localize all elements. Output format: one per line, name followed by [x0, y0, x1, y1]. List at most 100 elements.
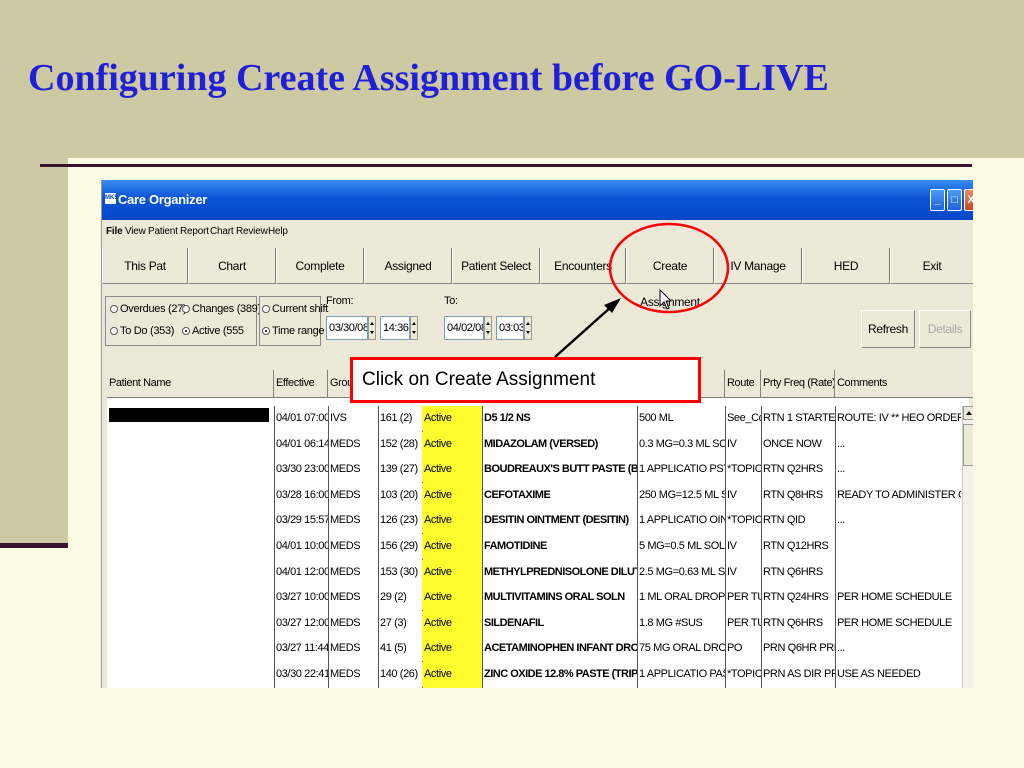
this-pat-button[interactable]: This Pat	[102, 248, 188, 284]
cell-medication: ACETAMINOPHEN INFANT DROPS (INFAN	[484, 642, 637, 655]
time-range-radio[interactable]: Time range	[262, 325, 325, 337]
menu-bar: File View Patient Report Chart Review He…	[102, 221, 973, 243]
to-do-radio[interactable]: To Do (353)	[110, 325, 174, 337]
changes-label: Changes (389)	[192, 303, 261, 315]
cell-seq: 140 (26)	[380, 668, 418, 680]
col-header-effective[interactable]: Effective	[274, 370, 328, 398]
cell-group: MEDS	[330, 616, 361, 629]
menu-file[interactable]: File	[106, 226, 123, 237]
cell-group: MEDS	[330, 591, 361, 604]
cell-group: MEDS	[330, 642, 361, 655]
cell-seq: 103 (20)	[380, 488, 418, 501]
table-row[interactable]: 04/01 06:14 MEDS 152 (28) Active MIDAZOLAM (…	[107, 431, 959, 457]
from-time-spinner[interactable]	[410, 316, 418, 340]
to-time-spinner[interactable]	[524, 316, 532, 340]
table-row[interactable]: 04/01 10:00 MEDS 156 (29) Active FAMOTIDINE 5…	[107, 534, 959, 559]
cell-seq: 152 (28)	[380, 437, 418, 450]
iv-manage-button[interactable]: IV Manage	[714, 248, 802, 284]
radio-icon	[110, 305, 118, 313]
care-organizer-window: MKS Care Organizer _ □ X File View Patie…	[101, 180, 973, 688]
cell-comments	[835, 560, 961, 585]
menu-report[interactable]: Report	[180, 226, 209, 237]
encounters-button[interactable]: Encounters	[540, 248, 626, 284]
col-header-priority-frequency[interactable]: Prty Freq (Rate)	[761, 370, 835, 398]
active-radio[interactable]: Active (555	[182, 325, 244, 337]
maximize-button[interactable]: □	[947, 189, 962, 211]
cell-status: Active	[422, 534, 482, 559]
patient-select-button[interactable]: Patient Select	[452, 248, 540, 284]
table-row[interactable]: 03/28 16:00 MEDS 103 (20) Active CEFOTAXIME 2…	[107, 482, 961, 508]
cell-dose: 250 MG=12.5 ML SYRI	[639, 488, 725, 501]
exit-button[interactable]: Exit	[890, 248, 973, 284]
table-vertical-scrollbar[interactable]	[962, 406, 973, 688]
col-header-comments[interactable]: Comments	[835, 370, 973, 398]
cell-effective: 03/27 10:00	[276, 591, 328, 604]
create-assignment-button[interactable]: Create Assignment	[626, 248, 714, 309]
menu-help[interactable]: Help	[268, 226, 288, 237]
col-header-patient-name[interactable]: Patient Name	[107, 370, 274, 398]
cell-route: IV	[727, 437, 737, 450]
scroll-up-icon[interactable]	[963, 406, 973, 420]
changes-radio[interactable]: Changes (389)	[182, 303, 261, 315]
cell-priority-frequency: RTN Q2HRS	[763, 463, 823, 476]
to-label: To:	[444, 295, 458, 307]
filter-group-status: Overdues (27) Changes (389) To Do (353) …	[105, 296, 261, 346]
from-date-field[interactable]: 03/30/08	[326, 316, 368, 340]
assigned-button[interactable]: Assigned	[364, 248, 452, 284]
menu-patient[interactable]: Patient	[148, 226, 178, 237]
cell-comments: ROUTE: IV ** HEO ORDER # 1	[837, 412, 961, 424]
refresh-button[interactable]: Refresh	[861, 310, 915, 348]
cell-route: *TOPICA	[727, 668, 761, 680]
cell-seq: 156 (29)	[380, 540, 418, 552]
cell-route: PO	[727, 642, 743, 655]
cell-priority-frequency: RTN 1 STARTED	[763, 412, 835, 424]
col-header-route[interactable]: Route	[725, 370, 761, 398]
to-date-spinner[interactable]	[484, 316, 492, 340]
cell-route: IV	[727, 540, 737, 552]
cell-effective: 03/27 11:44	[276, 642, 328, 655]
cell-comments: ...	[837, 437, 845, 450]
table-row[interactable]: 03/27 10:00 MEDS 29 (2) Active MULTIVITAMINS…	[107, 585, 959, 611]
table-row[interactable]: 03/30 22:41 MEDS 140 (26) Active ZINC OXIDE …	[107, 662, 959, 687]
table-row[interactable]: 03/27 11:44 MEDS 41 (5) Active ACETAMINOPHEN…	[107, 636, 959, 662]
callout-box: Click on Create Assignment	[350, 357, 701, 403]
minimize-button[interactable]: _	[930, 189, 945, 211]
cell-group: MEDS	[330, 668, 361, 680]
window-titlebar[interactable]: MKS Care Organizer _ □ X	[102, 180, 973, 220]
radio-selected-icon	[182, 327, 190, 335]
to-time-field[interactable]: 03:03	[496, 316, 524, 340]
from-time-field[interactable]: 14:36	[380, 316, 410, 340]
cell-effective: 04/01 06:14	[276, 437, 328, 450]
scroll-thumb[interactable]	[963, 424, 973, 466]
to-date-field[interactable]: 04/02/08	[444, 316, 484, 340]
close-button[interactable]: X	[964, 189, 973, 211]
table-row[interactable]: 04/01 07:00 IVS 161 (2) Active D5 1/2 NS 500 …	[107, 406, 961, 431]
cell-dose: 2.5 MG=0.63 ML SYRI	[639, 565, 725, 578]
menu-review[interactable]: Review	[236, 226, 268, 237]
cell-status: Active	[422, 636, 482, 662]
cell-medication: CEFOTAXIME	[484, 488, 551, 501]
table-row[interactable]: 04/01 12:00 MEDS 153 (30) Active METHYLPREDN…	[107, 559, 961, 585]
cell-priority-frequency: ONCE NOW	[763, 437, 822, 450]
hed-button[interactable]: HED	[802, 248, 890, 284]
chart-button[interactable]: Chart	[188, 248, 276, 284]
cell-priority-frequency: RTN Q6HRS	[763, 565, 823, 578]
cell-group: MEDS	[330, 488, 361, 501]
from-date-spinner[interactable]	[368, 316, 376, 340]
cell-effective: 04/01 10:00	[276, 540, 328, 552]
table-row[interactable]: 03/27 12:00 MEDS 27 (3) Active SILDENAFIL 1.8…	[107, 610, 959, 636]
overdues-radio[interactable]: Overdues (27)	[110, 303, 187, 315]
current-shift-radio[interactable]: Current shift	[262, 303, 328, 315]
cell-comments: PER HOME SCHEDULE	[837, 591, 952, 604]
from-label: From:	[326, 295, 354, 307]
cell-priority-frequency: RTN QID	[763, 514, 806, 527]
details-button[interactable]: Details	[919, 310, 971, 348]
table-row[interactable]: 03/30 23:00 MEDS 139 (27) Active BOUDREAUX'S…	[107, 457, 959, 483]
complete-button[interactable]: Complete	[276, 248, 364, 284]
menu-chart[interactable]: Chart	[210, 226, 234, 237]
cell-effective: 03/30 23:00	[276, 463, 328, 476]
table-row[interactable]: 03/29 15:57 MEDS 126 (23) Active DESITIN OIN…	[107, 508, 959, 534]
window-title: Care Organizer	[118, 192, 208, 207]
menu-view[interactable]: View	[125, 226, 146, 237]
cell-seq: 41 (5)	[380, 642, 407, 655]
